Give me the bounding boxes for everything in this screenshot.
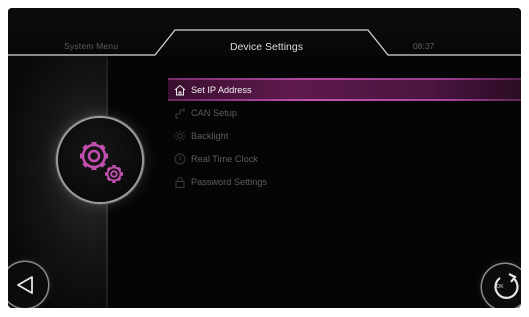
device-screen: System Menu Device Settings 08:37 Set IP… (8, 8, 521, 308)
menu-item-label: CAN Setup (191, 107, 237, 118)
clock-icon (174, 153, 186, 164)
ok-refresh-button[interactable]: OK (482, 264, 521, 308)
backlight-icon (174, 130, 186, 141)
page-title: Device Settings (230, 41, 303, 53)
menu-item-label: Set IP Address (191, 84, 252, 95)
home-icon (174, 84, 186, 95)
menu-item-set-ip-address[interactable]: Set IP Address (168, 78, 521, 101)
menu-item-label: Backlight (191, 130, 229, 141)
back-triangle-icon (17, 276, 33, 294)
menu-item-real-time-clock[interactable]: Real Time Clock (168, 147, 521, 170)
menu-item-label: Password Settings (191, 176, 268, 187)
clock-time: 08:37 (413, 41, 435, 51)
settings-menu: Set IP Address CAN Setup Backlight Real … (168, 78, 521, 193)
menu-item-backlight[interactable]: Backlight (168, 124, 521, 147)
menu-item-label: Real Time Clock (191, 153, 258, 164)
gear-icon (80, 142, 123, 183)
menu-item-password-settings[interactable]: Password Settings (168, 170, 521, 193)
ok-label: OK (496, 284, 504, 290)
system-menu-link[interactable]: System Menu (64, 41, 118, 51)
menu-item-can-setup[interactable]: CAN Setup (168, 101, 521, 124)
lock-icon (175, 176, 185, 188)
can-icon (175, 107, 185, 118)
settings-emblem (58, 118, 142, 202)
